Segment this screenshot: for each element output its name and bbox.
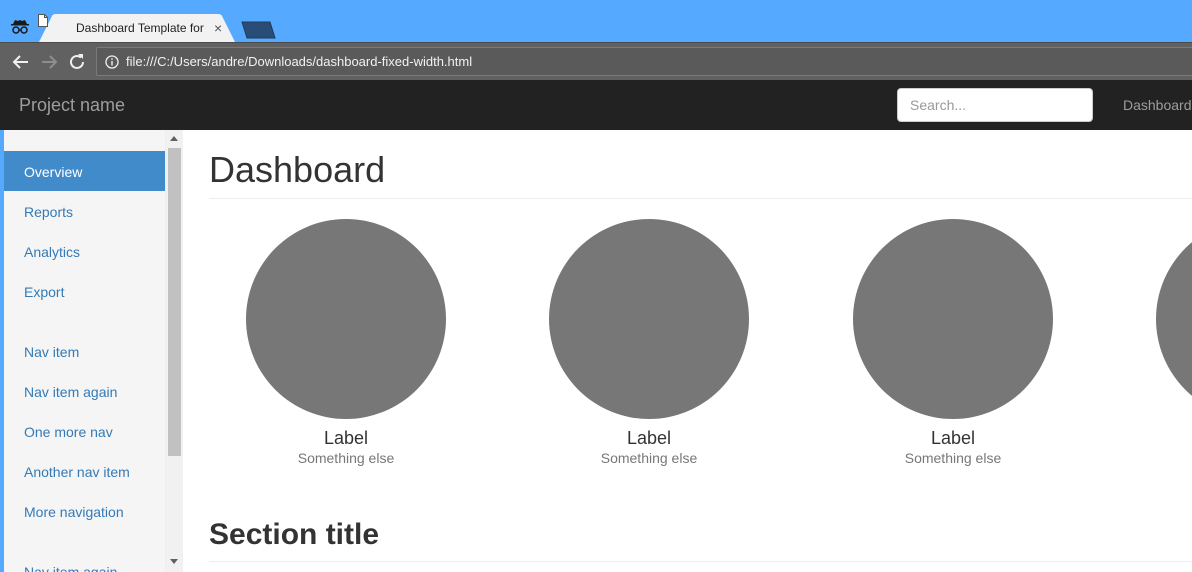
sidebar-item-nav-item-again-2[interactable]: Nav item again bbox=[4, 551, 165, 572]
page-title: Dashboard bbox=[209, 149, 386, 190]
scroll-down-arrow-icon[interactable] bbox=[170, 559, 178, 564]
forward-arrow-icon[interactable] bbox=[38, 51, 60, 73]
placeholder-label: Label bbox=[626, 428, 672, 448]
placeholder-subtext: Something else bbox=[904, 450, 1002, 466]
sidebar: Overview Reports Analytics Export Nav it… bbox=[4, 130, 166, 572]
url-text[interactable]: file:///C:/Users/andre/Downloads/dashboa… bbox=[126, 54, 472, 69]
tab-title: Dashboard Template for Bootstrap bbox=[76, 21, 206, 35]
incognito-icon bbox=[11, 20, 29, 34]
browser-titlebar: Dashboard Template for Bootstrap × bbox=[0, 0, 1192, 44]
sidebar-item-one-more-nav[interactable]: One more nav bbox=[4, 411, 165, 451]
section-divider bbox=[209, 561, 1192, 562]
new-tab-button[interactable] bbox=[240, 20, 278, 40]
placeholder-subtext: Something else bbox=[297, 450, 395, 466]
sidebar-item-nav-item-again[interactable]: Nav item again bbox=[4, 371, 165, 411]
placeholder-label: Label bbox=[323, 428, 369, 448]
sidebar-item-reports[interactable]: Reports bbox=[4, 191, 165, 231]
reload-icon[interactable] bbox=[66, 51, 88, 73]
placeholder-image bbox=[1156, 219, 1192, 419]
header-divider bbox=[209, 198, 1192, 199]
placeholder-image bbox=[549, 219, 749, 419]
placeholder-image bbox=[853, 219, 1053, 419]
sidebar-item-analytics[interactable]: Analytics bbox=[4, 231, 165, 271]
back-arrow-icon[interactable] bbox=[10, 51, 32, 73]
placeholder-card: Label Something else bbox=[246, 219, 446, 468]
address-bar[interactable]: file:///C:/Users/andre/Downloads/dashboa… bbox=[96, 47, 1192, 76]
scroll-up-arrow-icon[interactable] bbox=[170, 136, 178, 141]
nav-link-dashboard[interactable]: Dashboard bbox=[1123, 97, 1192, 113]
sidebar-item-export[interactable]: Export bbox=[4, 271, 165, 311]
close-icon[interactable]: × bbox=[214, 20, 222, 36]
brand-link[interactable]: Project name bbox=[19, 95, 125, 116]
search-input[interactable] bbox=[897, 88, 1093, 122]
section-title: Section title bbox=[209, 518, 380, 551]
placeholder-card: Label Something else bbox=[549, 219, 749, 468]
browser-toolbar: file:///C:/Users/andre/Downloads/dashboa… bbox=[0, 42, 1192, 80]
main-content: Dashboard Label Something else Label Som… bbox=[183, 130, 1192, 572]
placeholder-subtext: Something else bbox=[600, 450, 698, 466]
placeholder-card: Label Something else bbox=[853, 219, 1053, 468]
sidebar-scrollbar[interactable] bbox=[166, 130, 183, 572]
placeholder-card bbox=[1156, 219, 1192, 428]
sidebar-item-overview[interactable]: Overview bbox=[4, 151, 165, 191]
sidebar-item-another-nav-item[interactable]: Another nav item bbox=[4, 451, 165, 491]
top-navbar: Project name Dashboard bbox=[0, 80, 1192, 130]
sidebar-item-nav-item[interactable]: Nav item bbox=[4, 331, 165, 371]
scrollbar-thumb[interactable] bbox=[168, 148, 181, 456]
page-icon bbox=[38, 14, 48, 27]
info-icon[interactable] bbox=[105, 55, 119, 69]
placeholder-image bbox=[246, 219, 446, 419]
placeholder-label: Label bbox=[930, 428, 976, 448]
sidebar-item-more-navigation[interactable]: More navigation bbox=[4, 491, 165, 531]
browser-tab-active[interactable]: Dashboard Template for Bootstrap × bbox=[38, 14, 236, 44]
